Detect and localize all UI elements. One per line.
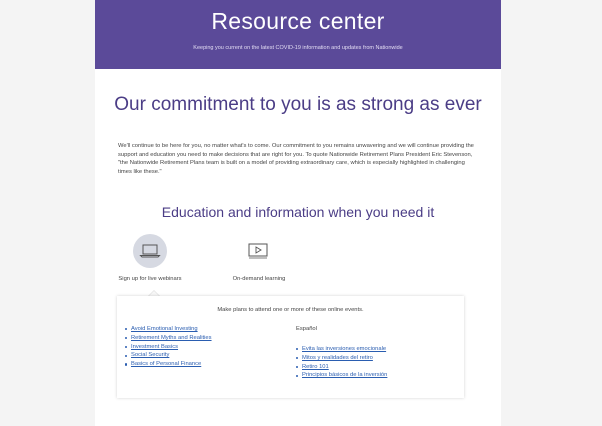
list-item: Retirement Myths and Realities — [125, 334, 275, 343]
spanish-webinar-list: Español Evita las inversiones emocionale… — [296, 325, 456, 380]
list-item: Evita las inversiones emocionale — [296, 345, 456, 354]
laptop-icon — [139, 244, 161, 258]
webinar-link[interactable]: Evita las inversiones emocionale — [302, 346, 386, 352]
education-heading: Education and information when you need … — [161, 204, 435, 220]
list-item: Principios básicos de la inversión — [296, 371, 456, 380]
webinar-link[interactable]: Mitos y realidades del retiro — [302, 355, 373, 361]
panel-intro: Make plans to attend one or more of thes… — [217, 307, 364, 313]
tab-label: Sign up for live webinars — [118, 276, 182, 282]
page-subtitle: Keeping you current on the latest COVID-… — [193, 45, 403, 51]
webinar-link[interactable]: Social Security — [131, 352, 169, 358]
english-webinar-list: Avoid Emotional Investing Retirement Myt… — [125, 325, 275, 369]
webinar-link[interactable]: Investment Basics — [131, 344, 178, 350]
webinar-panel: Make plans to attend one or more of thes… — [117, 296, 464, 398]
spanish-label: Español — [296, 326, 317, 332]
commitment-paragraph: We'll continue to be here for you, no ma… — [118, 143, 474, 175]
tab-live-webinars[interactable]: Sign up for live webinars — [115, 234, 185, 288]
webinar-link[interactable]: Principios básicos de la inversión — [302, 372, 387, 378]
tab-on-demand-learning[interactable]: On-demand learning — [220, 234, 298, 288]
webinar-link[interactable]: Basics of Personal Finance — [131, 361, 201, 367]
webinar-link[interactable]: Avoid Emotional Investing — [131, 326, 198, 332]
webinar-link[interactable]: Retiro 101 — [302, 364, 329, 370]
commitment-heading: Our commitment to you is as strong as ev… — [114, 94, 482, 115]
list-item: Mitos y realidades del retiro — [296, 354, 456, 363]
webinar-link[interactable]: Retirement Myths and Realities — [131, 335, 212, 341]
list-item: Social Security — [125, 351, 275, 360]
page: Resource center Keeping you current on t… — [0, 0, 602, 426]
hero-banner: Resource center Keeping you current on t… — [95, 0, 501, 69]
page-title: Resource center — [211, 8, 385, 34]
list-item: Basics of Personal Finance — [125, 360, 275, 369]
tab-label: On-demand learning — [232, 276, 286, 282]
main-content: Our commitment to you is as strong as ev… — [95, 69, 501, 426]
list-item: Avoid Emotional Investing — [125, 325, 275, 334]
list-item: Investment Basics — [125, 343, 275, 352]
video-play-icon — [248, 243, 268, 259]
list-item: Retiro 101 — [296, 363, 456, 372]
